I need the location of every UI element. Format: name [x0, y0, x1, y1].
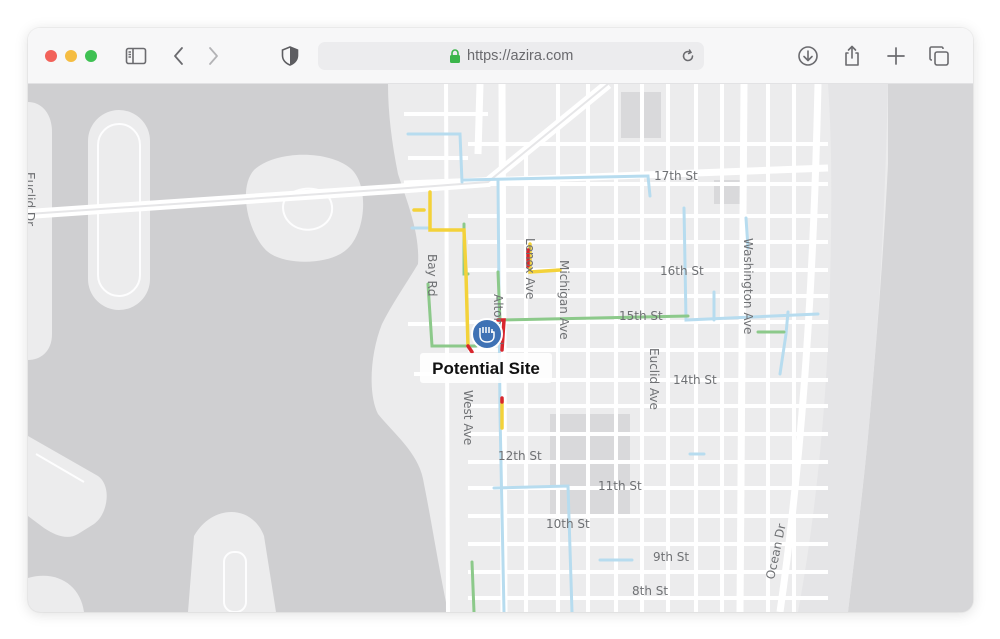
street-label-michigan: Michigan Ave	[557, 260, 571, 340]
forward-icon[interactable]	[201, 44, 225, 68]
address-bar[interactable]: https://azira.com	[318, 42, 704, 70]
zoom-window-button[interactable]	[85, 50, 97, 62]
street-label-8th: 8th St	[632, 584, 668, 598]
reload-icon[interactable]	[680, 48, 696, 64]
browser-toolbar: https://azira.com	[28, 28, 973, 84]
new-tab-icon[interactable]	[884, 44, 908, 68]
lock-icon	[449, 49, 461, 63]
download-icon[interactable]	[796, 44, 820, 68]
minimize-window-button[interactable]	[65, 50, 77, 62]
street-label-lenox: Lenox Ave	[523, 238, 537, 299]
street-label-euclid: Euclid Ave	[647, 348, 661, 410]
url-text: https://azira.com	[467, 48, 574, 64]
tabs-overview-icon[interactable]	[927, 44, 951, 68]
street-label-15th: 15th St	[619, 309, 663, 323]
street-label-14th: 14th St	[673, 373, 717, 387]
close-window-button[interactable]	[45, 50, 57, 62]
share-icon[interactable]	[840, 44, 864, 68]
sidebar-icon[interactable]	[124, 44, 148, 68]
map-view[interactable]: 17th St 16th St 15th St 14th St 12th St …	[28, 84, 973, 612]
street-label-washington: Washington Ave	[741, 238, 755, 334]
browser-window: https://azira.com 17th St 16th St 15th S…	[28, 28, 973, 612]
street-label-10th: 10th St	[546, 517, 590, 531]
street-label-17th: 17th St	[654, 169, 698, 183]
street-label-16th: 16th St	[660, 264, 704, 278]
street-label-bay: Bay Rd	[425, 254, 439, 296]
street-label-12th: 12th St	[498, 449, 542, 463]
potential-site-label: Potential Site	[432, 359, 540, 378]
street-label-9th: 9th St	[653, 550, 689, 564]
street-label-11th: 11th St	[598, 479, 642, 493]
street-label-euclid-dr: Euclid Dr	[28, 172, 37, 226]
back-icon[interactable]	[167, 44, 191, 68]
street-label-west: West Ave	[461, 390, 475, 445]
shield-icon[interactable]	[278, 44, 302, 68]
